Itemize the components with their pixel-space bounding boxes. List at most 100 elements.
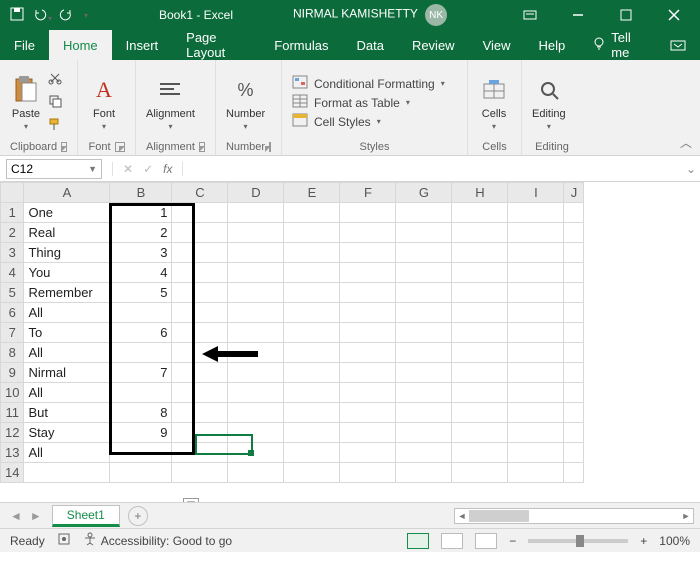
column-header[interactable]: A — [24, 183, 110, 203]
cell[interactable]: All — [24, 343, 110, 363]
row-header[interactable]: 2 — [1, 223, 24, 243]
column-header[interactable]: H — [452, 183, 508, 203]
sheet-nav-next-icon[interactable]: ► — [30, 509, 42, 523]
cell[interactable] — [284, 443, 340, 463]
cell[interactable] — [564, 203, 584, 223]
row-header[interactable]: 3 — [1, 243, 24, 263]
cell[interactable] — [508, 463, 564, 483]
zoom-in-icon[interactable]: + — [640, 534, 647, 548]
cell[interactable] — [340, 403, 396, 423]
view-normal-icon[interactable] — [407, 533, 429, 549]
number-launcher-icon[interactable] — [269, 142, 271, 152]
cell[interactable] — [228, 383, 284, 403]
cell[interactable] — [228, 443, 284, 463]
cell[interactable] — [564, 283, 584, 303]
row-header[interactable]: 4 — [1, 263, 24, 283]
expand-formula-bar-icon[interactable]: ⌄ — [682, 162, 700, 176]
cell[interactable] — [228, 303, 284, 323]
cell[interactable] — [284, 323, 340, 343]
spreadsheet-grid[interactable]: A B C D E F G H I J 1One12Real23Thing34Y… — [0, 182, 584, 483]
cell[interactable] — [564, 323, 584, 343]
cell[interactable]: 3 — [110, 243, 172, 263]
cell[interactable]: All — [24, 383, 110, 403]
cell[interactable] — [452, 443, 508, 463]
cell[interactable] — [452, 203, 508, 223]
cell[interactable] — [508, 263, 564, 283]
cell[interactable] — [564, 243, 584, 263]
cell[interactable] — [340, 343, 396, 363]
cell[interactable] — [340, 323, 396, 343]
cell[interactable] — [564, 363, 584, 383]
tab-page-layout[interactable]: Page Layout — [172, 30, 260, 60]
cell[interactable] — [564, 383, 584, 403]
cell[interactable] — [110, 343, 172, 363]
cell[interactable] — [110, 443, 172, 463]
cell[interactable] — [228, 363, 284, 383]
cell[interactable] — [110, 383, 172, 403]
insert-function-icon[interactable]: fx — [163, 162, 172, 176]
copy-icon[interactable] — [48, 94, 62, 111]
cell[interactable] — [564, 403, 584, 423]
cell[interactable] — [284, 263, 340, 283]
cell[interactable] — [508, 283, 564, 303]
alignment-launcher-icon[interactable] — [199, 142, 205, 152]
cell[interactable] — [172, 283, 228, 303]
tab-data[interactable]: Data — [342, 30, 397, 60]
namebox-dropdown-icon[interactable]: ▼ — [88, 164, 97, 174]
cell[interactable]: You — [24, 263, 110, 283]
cell[interactable] — [172, 223, 228, 243]
cell[interactable]: 5 — [110, 283, 172, 303]
cell[interactable] — [508, 303, 564, 323]
cell[interactable] — [396, 323, 452, 343]
cell[interactable] — [228, 223, 284, 243]
cell[interactable]: One — [24, 203, 110, 223]
cell[interactable] — [564, 463, 584, 483]
cell[interactable] — [340, 223, 396, 243]
cell[interactable] — [228, 423, 284, 443]
cell[interactable]: All — [24, 303, 110, 323]
tab-insert[interactable]: Insert — [112, 30, 173, 60]
row-header[interactable]: 8 — [1, 343, 24, 363]
cell[interactable]: Stay — [24, 423, 110, 443]
cell[interactable] — [340, 423, 396, 443]
cell[interactable] — [228, 323, 284, 343]
paste-button[interactable]: Paste ▾ — [10, 74, 42, 131]
font-button[interactable]: A Font▾ — [88, 74, 120, 131]
cell[interactable] — [228, 283, 284, 303]
cell[interactable] — [284, 383, 340, 403]
column-header[interactable]: G — [396, 183, 452, 203]
cancel-entry-icon[interactable]: ✕ — [123, 162, 133, 176]
cell[interactable] — [340, 383, 396, 403]
scrollbar-thumb[interactable] — [469, 510, 529, 522]
cell[interactable] — [340, 283, 396, 303]
cell[interactable] — [564, 423, 584, 443]
column-header[interactable]: I — [508, 183, 564, 203]
cell[interactable]: 2 — [110, 223, 172, 243]
column-header[interactable]: B — [110, 183, 172, 203]
cell[interactable]: 1 — [110, 203, 172, 223]
cell[interactable] — [228, 463, 284, 483]
save-icon[interactable] — [10, 7, 24, 24]
horizontal-scrollbar[interactable]: ◄ ► — [454, 508, 694, 524]
cell[interactable] — [284, 203, 340, 223]
conditional-formatting-button[interactable]: Conditional Formatting▾ — [292, 75, 445, 92]
cell[interactable] — [508, 403, 564, 423]
cell[interactable] — [340, 243, 396, 263]
cell[interactable] — [396, 443, 452, 463]
cell[interactable] — [340, 443, 396, 463]
cell[interactable] — [172, 443, 228, 463]
cell[interactable] — [396, 303, 452, 323]
row-header[interactable]: 5 — [1, 283, 24, 303]
cell[interactable] — [172, 423, 228, 443]
cell[interactable] — [396, 403, 452, 423]
cell[interactable] — [172, 203, 228, 223]
cell[interactable] — [452, 263, 508, 283]
cell[interactable] — [396, 463, 452, 483]
autofill-options-icon[interactable]: ▦ — [183, 498, 199, 502]
tell-me[interactable]: Tell me — [579, 30, 656, 60]
cell[interactable] — [452, 243, 508, 263]
zoom-slider[interactable] — [528, 539, 628, 543]
cell[interactable] — [284, 223, 340, 243]
row-header[interactable]: 12 — [1, 423, 24, 443]
tab-help[interactable]: Help — [525, 30, 580, 60]
